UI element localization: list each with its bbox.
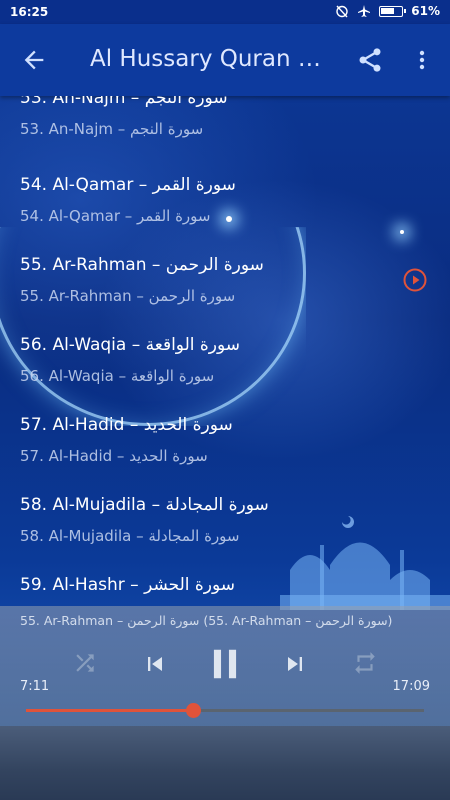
track-title: 59. Al-Hashr – سورة الحشر (20, 575, 236, 595)
list-item[interactable]: 54. Al-Qamar – سورة القمر 54. Al-Qamar –… (0, 168, 450, 248)
now-playing-text: 55. Ar-Rahman – سورة الرحمن (55. Ar-Rahm… (20, 613, 393, 628)
track-title: 57. Al-Hadid – سورة الحديد (20, 415, 233, 435)
status-bar: 16:25 61% (0, 0, 450, 24)
list-item[interactable]: 55. Ar-Rahman – سورة الرحمن 55. Ar-Rahma… (0, 248, 450, 328)
player-panel: 55. Ar-Rahman – سورة الرحمن (55. Ar-Rahm… (0, 606, 450, 726)
list-item[interactable]: 56. Al-Waqia – سورة الواقعة 56. Al-Waqia… (0, 328, 450, 408)
track-subtitle: 57. Al-Hadid – سورة الحديد (20, 447, 208, 465)
track-title: 54. Al-Qamar – سورة القمر (20, 175, 236, 195)
battery-percent: 61% (411, 4, 440, 18)
airplane-mode-icon (358, 5, 371, 17)
status-icons: 61% (335, 4, 440, 18)
current-time: 7:11 (20, 679, 50, 694)
track-title: 53. An-Najm – سورة النجم (20, 96, 228, 108)
share-icon[interactable] (356, 46, 384, 74)
more-vertical-icon[interactable] (410, 46, 434, 74)
track-duration: 17:09 (392, 679, 430, 694)
list-item[interactable]: 59. Al-Hashr – سورة الحشر (0, 568, 450, 606)
play-circle-icon[interactable] (403, 268, 427, 292)
list-item[interactable]: 58. Al-Mujadila – سورة المجادلة 58. Al-M… (0, 488, 450, 568)
track-subtitle: 53. An-Najm – سورة النجم (20, 120, 204, 138)
list-item[interactable]: 53. An-Najm – سورة النجم 53. An-Najm – س… (0, 96, 450, 168)
track-subtitle: 55. Ar-Rahman – سورة الرحمن (20, 287, 236, 305)
skip-previous-icon[interactable] (141, 650, 169, 678)
list-item[interactable]: 57. Al-Hadid – سورة الحديد 57. Al-Hadid … (0, 408, 450, 488)
repeat-icon[interactable] (352, 650, 378, 676)
alarm-off-icon (336, 5, 348, 18)
track-title: 58. Al-Mujadila – سورة المجادلة (20, 495, 269, 515)
track-subtitle: 54. Al-Qamar – سورة القمر (20, 207, 211, 225)
battery-icon (379, 5, 407, 17)
seek-bar-thumb[interactable] (186, 703, 202, 718)
track-title: 56. Al-Waqia – سورة الواقعة (20, 335, 241, 355)
track-subtitle: 56. Al-Waqia – سورة الواقعة (20, 367, 215, 385)
skip-next-icon[interactable] (281, 650, 309, 678)
shuffle-icon[interactable] (72, 650, 98, 676)
track-list: 53. An-Najm – سورة النجم 53. An-Najm – س… (0, 96, 450, 606)
app-title: Al Hussary Quran M... (90, 46, 330, 72)
pause-icon[interactable] (206, 644, 244, 684)
seek-bar[interactable] (26, 703, 424, 718)
app-bar: Al Hussary Quran M... (0, 24, 450, 96)
seek-bar-progress (26, 709, 194, 712)
track-title: 55. Ar-Rahman – سورة الرحمن (20, 255, 264, 275)
bottom-artwork (0, 726, 450, 800)
track-subtitle: 58. Al-Mujadila – سورة المجادلة (20, 527, 240, 545)
status-time: 16:25 (10, 5, 49, 19)
arrow-left-icon[interactable] (20, 46, 48, 74)
